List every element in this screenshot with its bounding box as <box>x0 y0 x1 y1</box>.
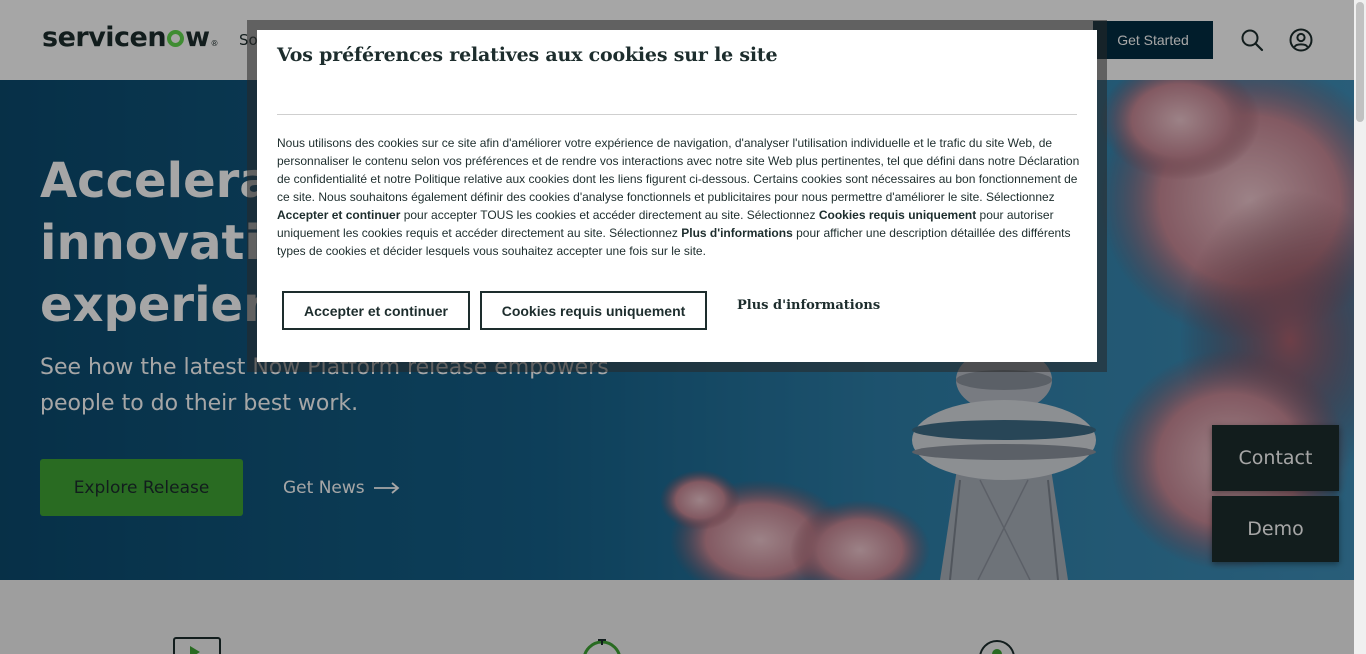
description-bold-more-info: Plus d'informations <box>681 226 793 240</box>
cookie-dialog-description: Nous utilisons des cookies sur ce site a… <box>277 134 1082 260</box>
description-text: pour accepter TOUS les cookies et accéde… <box>400 208 819 222</box>
description-text: Nous utilisons des cookies sur ce site a… <box>277 136 1080 204</box>
description-bold-accept: Accepter et continuer <box>277 208 401 222</box>
more-information-link[interactable]: Plus d'informations <box>737 298 880 313</box>
scrollbar-thumb[interactable] <box>1356 2 1364 122</box>
page-scrollbar[interactable] <box>1354 0 1366 654</box>
required-cookies-only-button[interactable]: Cookies requis uniquement <box>480 291 707 330</box>
description-bold-required: Cookies requis uniquement <box>818 208 977 222</box>
cookie-preferences-dialog: Vos préférences relatives aux cookies su… <box>257 30 1097 362</box>
divider <box>277 114 1077 115</box>
cookie-dialog-title: Vos préférences relatives aux cookies su… <box>277 44 778 66</box>
accept-and-continue-button[interactable]: Accepter et continuer <box>282 291 470 330</box>
